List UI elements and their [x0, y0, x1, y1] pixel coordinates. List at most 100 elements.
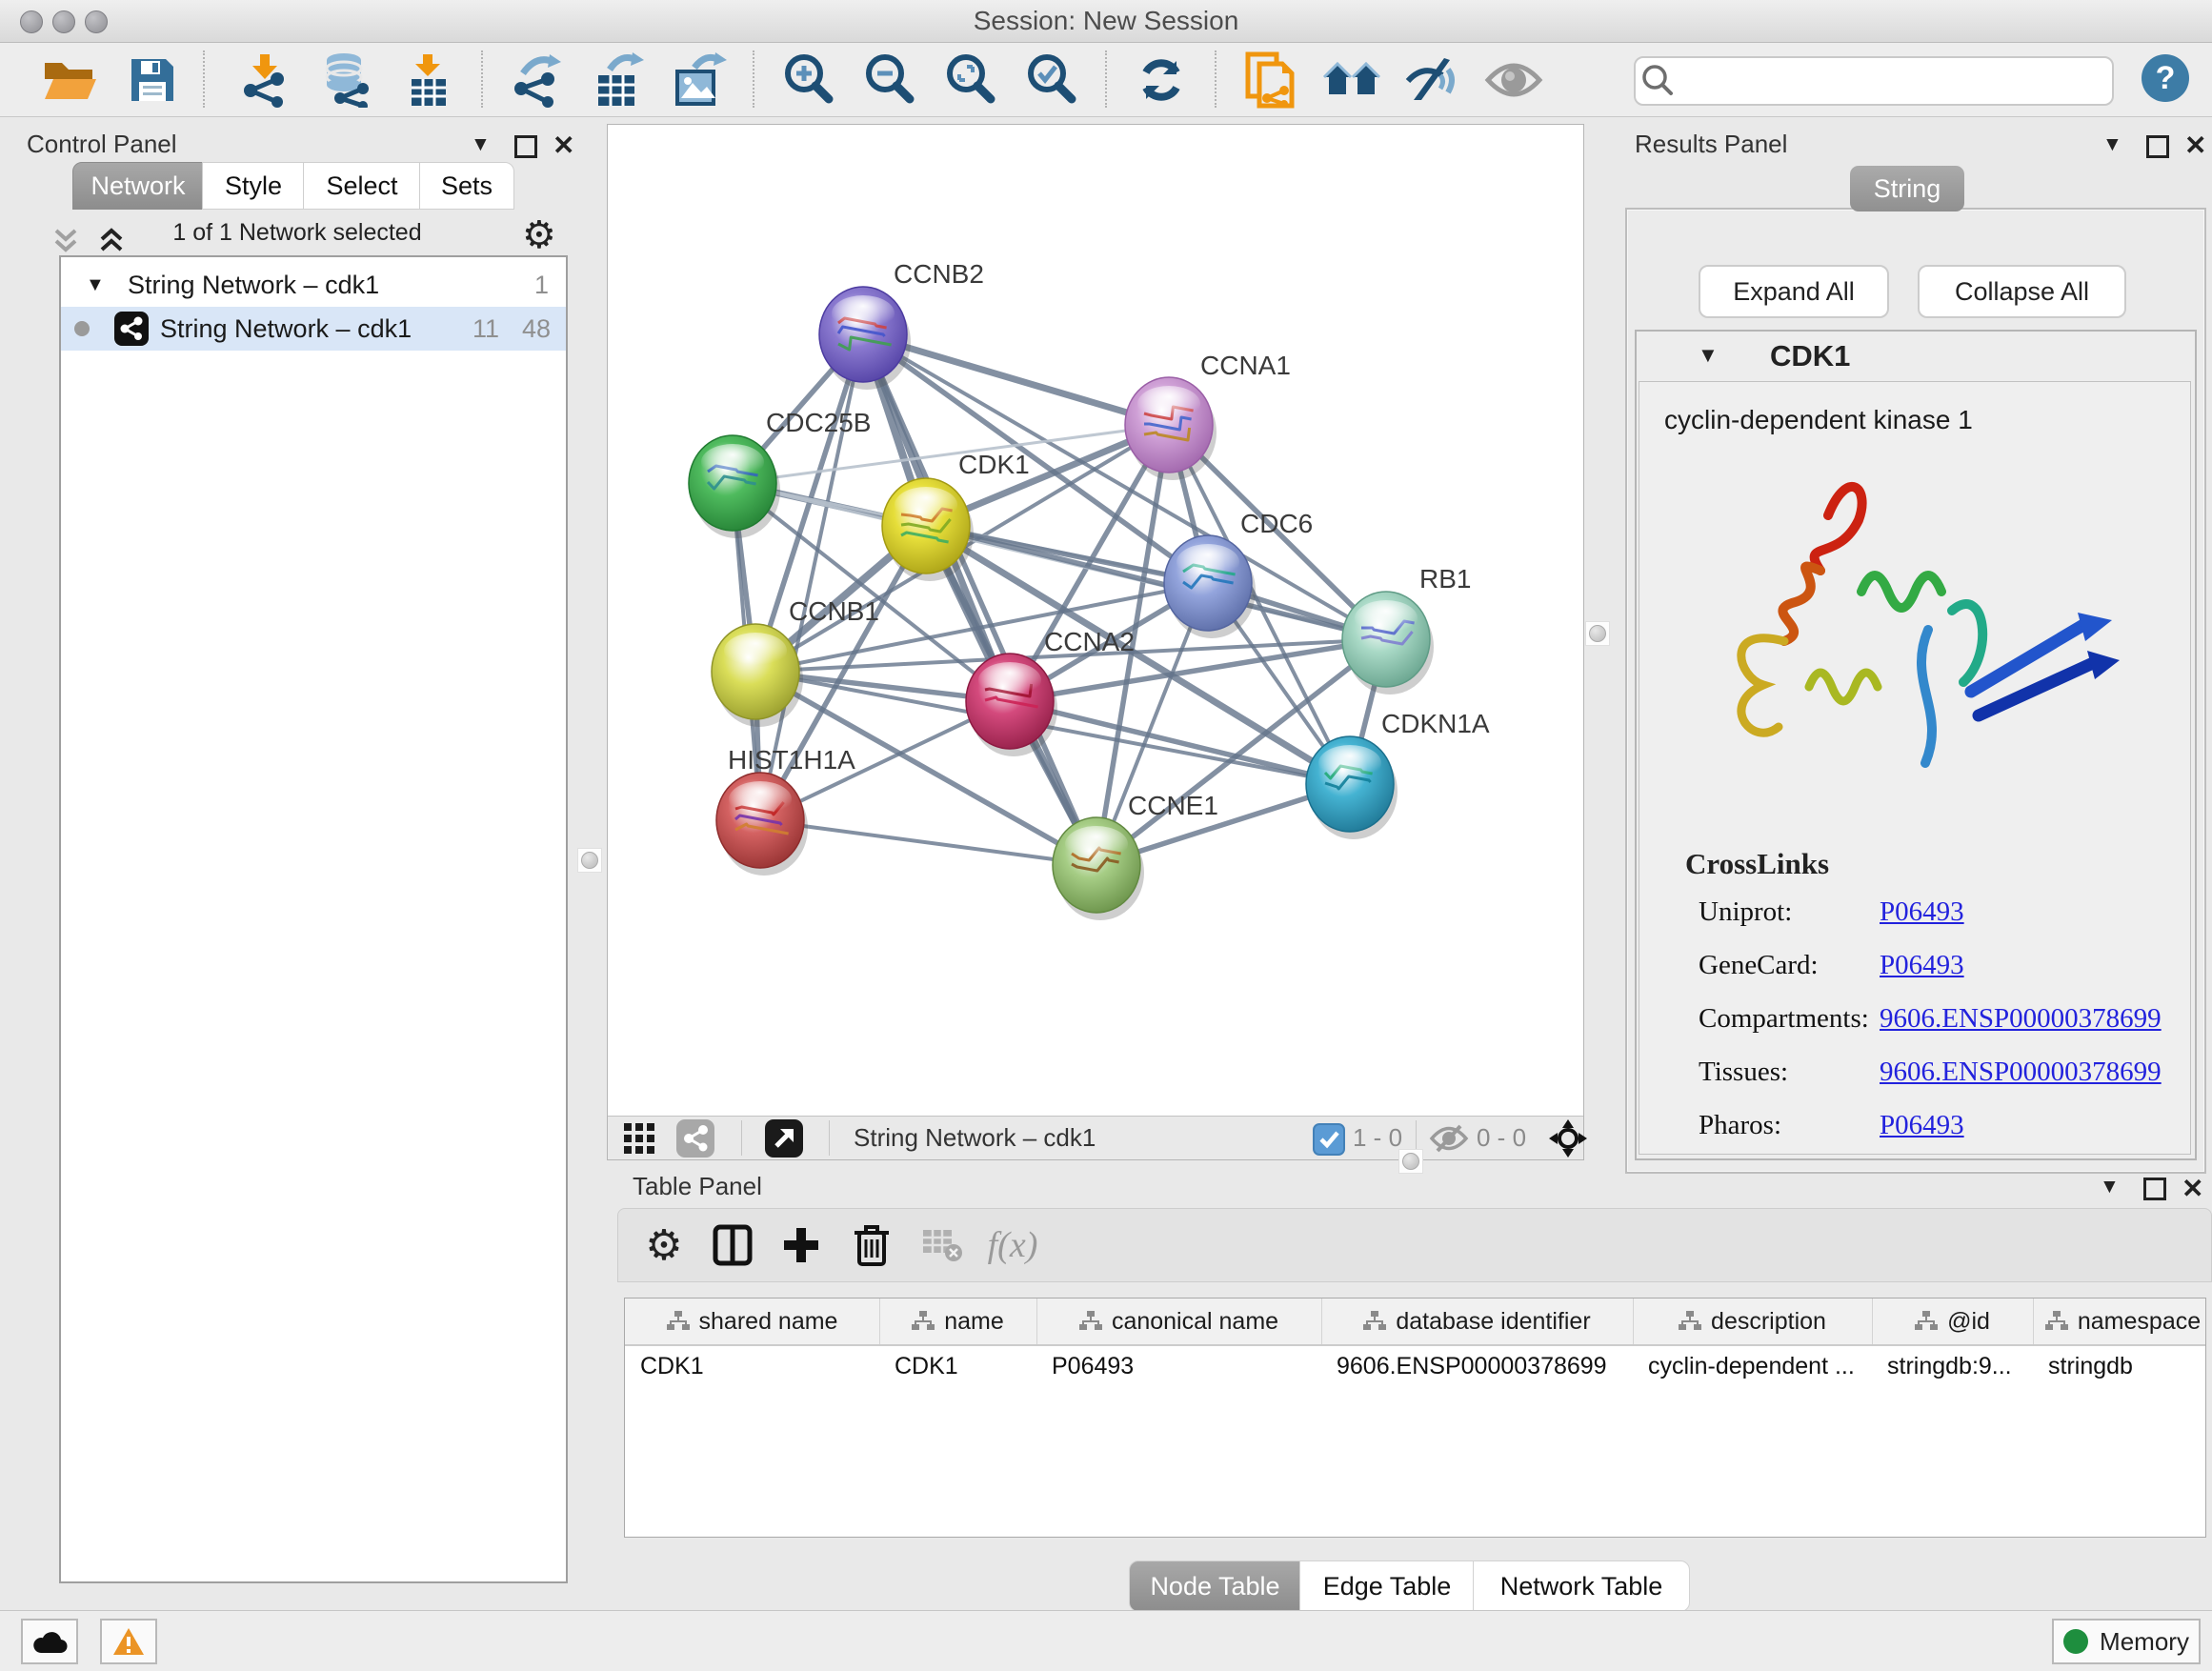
column-header-canonical-name[interactable]: canonical name [1036, 1299, 1322, 1344]
network-node-CCNB2[interactable]: CCNB2 [819, 259, 984, 390]
clone-network-icon[interactable] [1238, 50, 1303, 110]
table-panel-title: Table Panel [633, 1172, 762, 1201]
crosslink-link[interactable]: P06493 [1880, 896, 1964, 928]
network-canvas[interactable]: CCNB2CCNA1CDC25BCDK1CDC6RB1CCNB1CCNA2CDK… [608, 125, 1583, 1116]
network-collection-row[interactable]: ▼ String Network – cdk1 1 [61, 263, 566, 307]
tab-select[interactable]: Select [303, 162, 421, 210]
view-network-name: String Network – cdk1 [854, 1117, 1096, 1159]
network-node-RB1[interactable]: RB1 [1342, 564, 1471, 695]
export-network-icon[interactable] [505, 50, 570, 110]
float-menu-icon[interactable]: ▼ [471, 133, 491, 156]
search-box[interactable] [1634, 56, 2114, 106]
crosslink-link[interactable]: P06493 [1880, 1110, 1964, 1141]
network-edge-CCNB2-CCNE1[interactable] [863, 334, 1096, 865]
column-header-name[interactable]: name [879, 1299, 1037, 1344]
selected-checkbox-icon[interactable] [1313, 1123, 1345, 1156]
crosslink-link[interactable]: P06493 [1880, 950, 1964, 981]
close-panel-icon[interactable]: ✕ [2182, 1173, 2203, 1204]
tab-string[interactable]: String [1850, 166, 1964, 211]
cloud-status-button[interactable] [21, 1619, 78, 1664]
show-eye-icon[interactable] [1481, 50, 1546, 110]
tab-sets[interactable]: Sets [419, 162, 514, 210]
collection-expand-icon[interactable]: ▼ [86, 263, 105, 307]
column-header-shared-name[interactable]: shared name [625, 1299, 880, 1344]
home-icon[interactable] [1319, 50, 1384, 110]
search-input[interactable] [1679, 66, 2112, 97]
show-columns-icon[interactable] [706, 1220, 759, 1270]
column-header-description[interactable]: description [1633, 1299, 1873, 1344]
add-column-icon[interactable] [774, 1220, 828, 1270]
help-icon[interactable]: ? [2142, 54, 2189, 102]
memory-button[interactable]: Memory [2052, 1619, 2201, 1664]
entry-title: CDK1 [1770, 339, 1850, 373]
import-network-icon[interactable] [233, 50, 298, 110]
table-cell[interactable]: CDK1 [625, 1344, 879, 1388]
float-menu-icon[interactable]: ▼ [2102, 133, 2122, 156]
splitter-handle[interactable] [1585, 621, 1610, 646]
column-header-namespace[interactable]: namespace [2033, 1299, 2206, 1344]
function-builder-icon[interactable]: f(x) [986, 1220, 1039, 1270]
zoom-fit-icon[interactable] [938, 50, 1003, 110]
table-cell[interactable]: stringdb [2033, 1344, 2206, 1388]
open-folder-icon[interactable] [36, 50, 101, 110]
zoom-out-icon[interactable] [857, 50, 922, 110]
tab-network-table[interactable]: Network Table [1473, 1560, 1690, 1612]
column-header-database-identifier[interactable]: database identifier [1321, 1299, 1634, 1344]
expand-all-networks-icon[interactable] [50, 227, 82, 255]
save-icon[interactable] [120, 50, 185, 110]
splitter-handle[interactable] [1398, 1149, 1423, 1174]
zoom-selected-icon[interactable] [1019, 50, 1084, 110]
import-table-icon[interactable] [395, 50, 460, 110]
splitter-handle[interactable] [577, 848, 602, 873]
table-options-gear-icon[interactable]: ⚙ [637, 1220, 691, 1270]
tab-style[interactable]: Style [202, 162, 305, 210]
tab-network[interactable]: Network [72, 162, 204, 210]
birds-eye-share-icon[interactable] [676, 1119, 714, 1158]
network-options-gear-icon[interactable]: ⚙ [522, 213, 556, 257]
delete-table-icon[interactable] [915, 1220, 969, 1270]
node-label-CDC6: CDC6 [1240, 509, 1313, 538]
table-cell[interactable]: CDK1 [879, 1344, 1036, 1388]
open-view-in-window-icon[interactable] [765, 1119, 803, 1158]
float-panel-icon[interactable] [2143, 1178, 2166, 1200]
expand-all-button[interactable]: Expand All [1699, 265, 1889, 318]
table-cell[interactable]: P06493 [1036, 1344, 1321, 1388]
collapse-all-label: Collapse All [1955, 277, 2089, 306]
close-panel-icon[interactable]: ✕ [2184, 130, 2206, 161]
crosslink-link[interactable]: 9606.ENSP00000378699 [1880, 1003, 2162, 1035]
tab-edge-table[interactable]: Edge Table [1299, 1560, 1475, 1612]
tab-node-table[interactable]: Node Table [1129, 1560, 1301, 1612]
warnings-button[interactable] [100, 1619, 157, 1664]
network-row[interactable]: String Network – cdk1 11 48 [61, 307, 566, 351]
table-cell[interactable]: 9606.ENSP00000378699 [1321, 1344, 1633, 1388]
import-database-icon[interactable] [314, 50, 379, 110]
delete-column-trash-icon[interactable] [845, 1220, 898, 1270]
export-image-icon[interactable] [667, 50, 732, 110]
memory-label: Memory [2100, 1627, 2189, 1657]
float-menu-icon[interactable]: ▼ [2100, 1176, 2120, 1198]
grid-view-icon[interactable] [623, 1122, 655, 1155]
refresh-layout-icon[interactable] [1129, 50, 1194, 110]
float-panel-icon[interactable] [2146, 135, 2169, 158]
entry-collapse-icon[interactable]: ▼ [1698, 343, 1719, 368]
network-node-CDC6[interactable]: CDC6 [1164, 509, 1313, 638]
crosslink-link[interactable]: 9606.ENSP00000378699 [1880, 1057, 2162, 1088]
close-panel-icon[interactable]: ✕ [553, 130, 574, 161]
network-node-CCNE1[interactable]: CCNE1 [1053, 791, 1218, 920]
table-cell[interactable]: stringdb:9... [1872, 1344, 2033, 1388]
export-table-icon[interactable] [586, 50, 651, 110]
hide-selected-eye-icon[interactable] [1400, 50, 1465, 110]
network-edge-HIST1H1A-CCNE1[interactable] [760, 820, 1096, 865]
column-header--id[interactable]: @id [1872, 1299, 2034, 1344]
network-node-CCNB1[interactable]: CCNB1 [712, 596, 879, 727]
table-cell[interactable]: cyclin-dependent ... [1633, 1344, 1872, 1388]
network-node-HIST1H1A[interactable]: HIST1H1A [716, 745, 855, 876]
network-node-CDKN1A[interactable]: CDKN1A [1306, 709, 1490, 839]
fit-content-crosshair-icon[interactable] [1549, 1119, 1587, 1158]
shared-column-icon [2045, 1311, 2068, 1332]
network-node-CCNA1[interactable]: CCNA1 [1125, 351, 1291, 480]
collapse-all-button[interactable]: Collapse All [1918, 265, 2126, 318]
main-toolbar: ? [0, 43, 2212, 117]
float-panel-icon[interactable] [514, 135, 537, 158]
zoom-in-icon[interactable] [776, 50, 841, 110]
